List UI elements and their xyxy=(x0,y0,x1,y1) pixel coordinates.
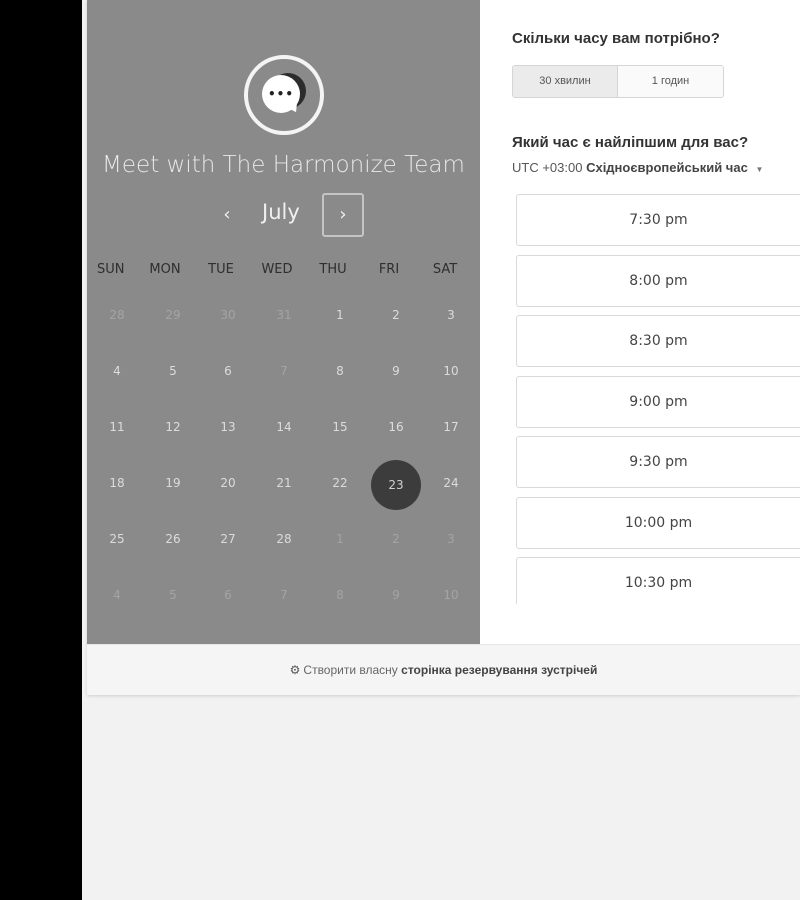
calendar-day[interactable]: 27 xyxy=(208,514,248,564)
calendar-week: 11 12 13 14 15 16 17 xyxy=(87,402,480,458)
calendar-day[interactable]: 13 xyxy=(208,402,248,452)
calendar-day: 30 xyxy=(220,308,236,322)
time-slot-button[interactable]: 8:30 pm xyxy=(516,315,800,367)
calendar-day[interactable]: 8 xyxy=(320,346,360,396)
calendar-day[interactable]: 14 xyxy=(264,402,304,452)
weekday-fri: FRI xyxy=(378,262,400,277)
calendar-day: 7 xyxy=(280,364,288,378)
weekday-sat: SAT xyxy=(432,262,458,277)
time-question: Який час є найліпшим для вас? xyxy=(512,134,749,151)
calendar-day: 28 xyxy=(109,308,125,322)
time-slot-button[interactable]: 10:30 pm xyxy=(516,557,800,604)
calendar-day-selected[interactable]: 23 xyxy=(371,460,421,510)
page-background: ••• Meet with The Harmonize Team ‹ July … xyxy=(82,0,800,900)
calendar-day: 31 xyxy=(276,308,292,322)
calendar-day[interactable]: 24 xyxy=(431,458,471,508)
calendar-day[interactable]: 16 xyxy=(376,402,416,452)
create-meetings-page-link[interactable]: сторінка резервування зустрічей xyxy=(401,663,597,677)
weekday-tue: TUE xyxy=(208,262,234,277)
time-slot-button[interactable]: 9:00 pm xyxy=(516,375,800,428)
weekday-mon: MON xyxy=(149,262,181,277)
calendar-day: 8 xyxy=(336,588,344,602)
timezone-selector[interactable]: UTC +03:00 Східноєвропейський час ▼ xyxy=(512,160,763,175)
calendar-day[interactable]: 22 xyxy=(320,458,360,508)
calendar-day[interactable]: 26 xyxy=(153,514,193,564)
hubspot-sprocket-icon: ⚙ xyxy=(289,663,301,677)
time-slot-button[interactable]: 9:30 pm xyxy=(516,436,800,488)
weekday-thu: THU xyxy=(319,262,347,277)
calendar-week: 28 29 30 31 1 2 3 xyxy=(87,290,480,346)
meeting-title: Meet with The Harmonize Team xyxy=(102,152,465,178)
calendar-day: 10 xyxy=(443,588,459,602)
prev-month-button[interactable]: ‹ xyxy=(215,203,239,227)
calendar-week: 4 5 6 7 8 9 10 xyxy=(87,570,480,626)
timezone-name: Східноєвропейський час xyxy=(586,160,748,175)
timezone-offset: UTC +03:00 xyxy=(512,160,583,175)
time-slot-button[interactable]: 7:30 pm xyxy=(516,194,800,246)
month-navigation: ‹ July › xyxy=(87,193,480,237)
weekday-sun: SUN xyxy=(97,262,125,277)
footer-bar: ⚙ Створити власну сторінка резервування з… xyxy=(87,644,800,695)
chat-dots: ••• xyxy=(267,87,294,101)
weekday-wed: WED xyxy=(261,262,293,277)
calendar-day[interactable]: 25 xyxy=(97,514,137,564)
calendar-day[interactable]: 15 xyxy=(320,402,360,452)
calendar-day[interactable]: 9 xyxy=(376,346,416,396)
calendar-day[interactable]: 2 xyxy=(376,290,416,340)
calendar-day: 5 xyxy=(169,588,177,602)
calendar-day[interactable]: 10 xyxy=(431,346,471,396)
calendar-day[interactable]: 17 xyxy=(431,402,471,452)
calendar-day: 29 xyxy=(165,308,181,322)
duration-option-1hour[interactable]: 1 годин xyxy=(618,66,723,97)
booking-card: ••• Meet with The Harmonize Team ‹ July … xyxy=(87,0,800,695)
calendar-day[interactable]: 19 xyxy=(153,458,193,508)
calendar-week: 25 26 27 28 1 2 3 xyxy=(87,514,480,570)
duration-question: Скільки часу вам потрібно? xyxy=(512,30,720,47)
caret-down-icon: ▼ xyxy=(755,165,764,174)
calendar-panel: ••• Meet with The Harmonize Team ‹ July … xyxy=(87,0,480,644)
next-month-button[interactable]: › xyxy=(322,193,364,237)
calendar-day[interactable]: 21 xyxy=(264,458,304,508)
calendar-day[interactable]: 18 xyxy=(97,458,137,508)
calendar-week: 4 5 6 7 8 9 10 xyxy=(87,346,480,402)
calendar-day[interactable]: 3 xyxy=(431,290,471,340)
calendar-day: 9 xyxy=(392,588,400,602)
calendar-day: 1 xyxy=(336,532,344,546)
calendar-day[interactable]: 5 xyxy=(153,346,193,396)
calendar-day[interactable]: 4 xyxy=(97,346,137,396)
calendar-day: 7 xyxy=(280,588,288,602)
calendar-week: 18 19 20 21 22 23 24 xyxy=(87,458,480,514)
time-slot-button[interactable]: 8:00 pm xyxy=(516,254,800,307)
calendar-day[interactable]: 20 xyxy=(208,458,248,508)
calendar-day[interactable]: 6 xyxy=(208,346,248,396)
time-slot-button[interactable]: 10:00 pm xyxy=(516,496,800,549)
calendar-day: 4 xyxy=(113,588,121,602)
duration-option-30min[interactable]: 30 хвилин xyxy=(513,66,618,97)
weekday-header: SUN MON TUE WED THU FRI SAT xyxy=(97,262,473,277)
calendar-day[interactable]: 11 xyxy=(97,402,137,452)
calendar-day[interactable]: 12 xyxy=(153,402,193,452)
month-label: July xyxy=(262,200,300,224)
calendar-day[interactable]: 1 xyxy=(320,290,360,340)
calendar-day[interactable]: 28 xyxy=(264,514,304,564)
duration-toggle: 30 хвилин 1 годин xyxy=(512,65,724,98)
calendar-day: 6 xyxy=(224,588,232,602)
options-panel: Скільки часу вам потрібно? 30 хвилин 1 г… xyxy=(480,0,800,644)
calendar-grid: 28 29 30 31 1 2 3 4 5 6 7 8 9 10 11 12 13 14 15 16 17 18 19 20 2… xyxy=(87,290,480,626)
calendar-day: 3 xyxy=(447,532,455,546)
time-slot-list[interactable]: 7:30 pm 8:00 pm 8:30 pm 9:00 pm 9:30 pm 10:00… xyxy=(516,194,800,604)
footer-prefix: Створити власну xyxy=(303,663,398,677)
organizer-avatar: ••• xyxy=(244,55,324,135)
calendar-day: 2 xyxy=(392,532,400,546)
